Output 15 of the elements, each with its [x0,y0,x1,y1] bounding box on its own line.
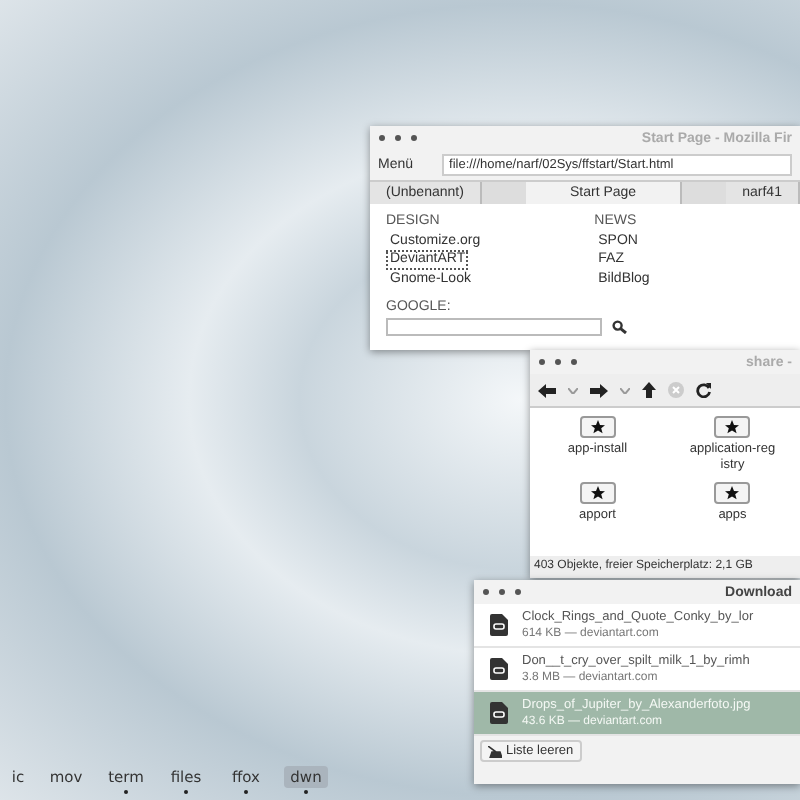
broom-icon [488,745,502,757]
stop-icon [668,382,684,398]
file-icon [490,658,508,680]
file-icon [490,702,508,724]
back-icon[interactable] [538,383,556,397]
folder-icon[interactable] [714,416,751,438]
forward-icon[interactable] [590,383,608,397]
folder-icon[interactable] [579,416,616,438]
folder-icon[interactable] [714,481,751,504]
search-field[interactable] [386,318,602,337]
up-icon[interactable] [642,382,656,398]
reload-icon[interactable] [696,382,712,398]
folder-icon[interactable] [579,481,616,504]
file-icon [490,614,508,636]
search-icon[interactable] [612,320,628,335]
